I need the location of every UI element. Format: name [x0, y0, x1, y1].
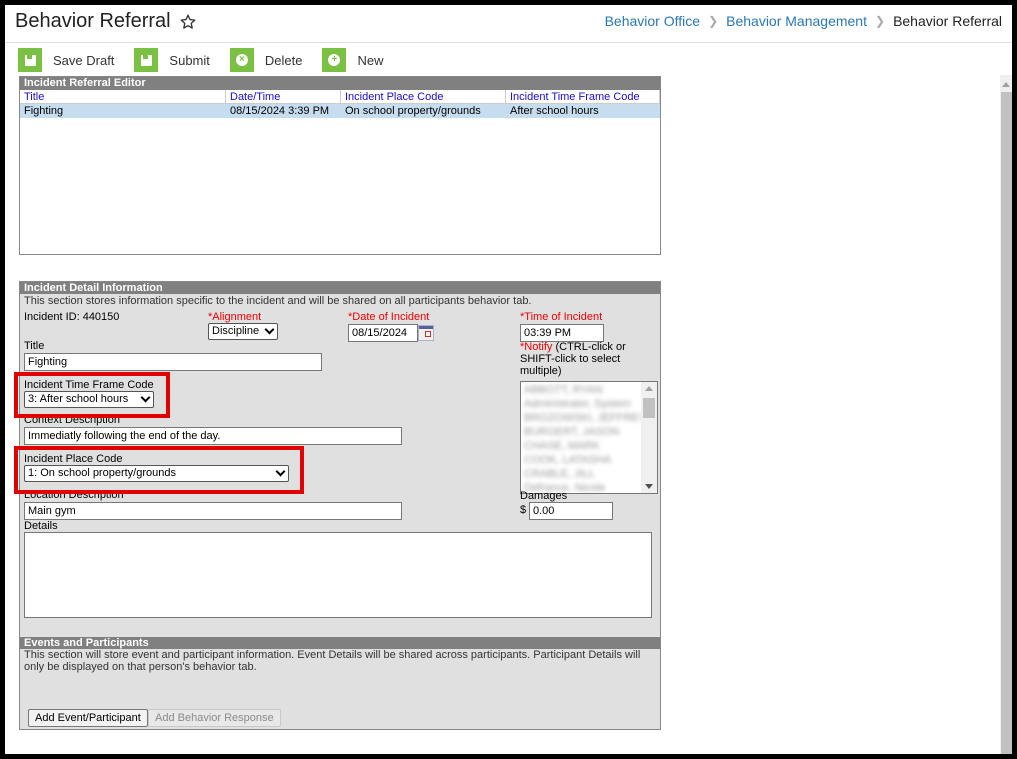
currency-symbol: $	[520, 504, 527, 516]
events-header: Events and Participants	[20, 637, 660, 649]
notify-required-label: *Notify	[520, 341, 553, 353]
chevron-right-icon: ❯	[708, 14, 719, 28]
notify-listbox[interactable]: ABBOTT, RYAN Administrator, System BROZOWS…	[520, 381, 658, 494]
delete-button[interactable]: × Delete	[229, 48, 303, 72]
details-textarea[interactable]	[24, 532, 652, 618]
listbox-scrollbar[interactable]	[641, 382, 657, 493]
save-draft-button[interactable]: Save Draft	[18, 48, 114, 72]
time-of-incident-input[interactable]: 03:39 PM	[520, 324, 604, 342]
incident-id: Incident ID: 440150	[24, 311, 120, 323]
breadcrumb-current: Behavior Referral	[893, 13, 1002, 29]
add-behavior-response-button: Add Behavior Response	[148, 709, 281, 727]
column-place-code[interactable]: Incident Place Code	[341, 90, 506, 103]
cell-place-code: On school property/grounds	[345, 105, 481, 117]
page-scrollbar[interactable]	[1000, 75, 1012, 754]
title-input[interactable]: Fighting	[24, 353, 322, 371]
title-label: Title	[24, 340, 45, 352]
cell-date-time: 08/15/2024 3:39 PM	[230, 105, 330, 117]
add-event-participant-button[interactable]: Add Event/Participant	[28, 709, 148, 727]
details-label: Details	[24, 520, 58, 532]
chevron-down-icon	[264, 324, 275, 335]
context-description-input[interactable]: Immediatly following the end of the day.	[24, 427, 402, 445]
scroll-up-icon[interactable]	[645, 386, 653, 391]
new-button[interactable]: + New	[322, 48, 383, 72]
highlight-place-code	[14, 446, 304, 494]
save-draft-label: Save Draft	[53, 52, 115, 68]
alignment-value: Discipline	[212, 325, 260, 337]
submit-label: Submit	[169, 52, 210, 68]
page-header: Behavior Referral Behavior Office ❯ Beha…	[5, 5, 1012, 43]
star-icon[interactable]	[179, 13, 197, 31]
plus-icon: +	[322, 48, 347, 72]
alignment-select[interactable]: Discipline	[208, 323, 278, 340]
notify-list-item[interactable]: CRABLE, JILL	[521, 467, 657, 481]
detail-description: This section stores information specific…	[24, 295, 532, 307]
column-time-frame-code[interactable]: Incident Time Frame Code	[506, 90, 660, 103]
date-of-incident-label: *Date of Incident	[348, 311, 430, 323]
editor-header: Incident Referral Editor	[20, 77, 660, 90]
breadcrumb-behavior-management[interactable]: Behavior Management	[726, 13, 867, 29]
toolbar: Save Draft Submit × Delete + New	[18, 47, 403, 73]
notify-list-item[interactable]: BURGERT, JASON	[521, 425, 657, 439]
scroll-down-icon[interactable]	[645, 484, 653, 489]
location-description-input[interactable]: Main gym	[24, 502, 402, 520]
breadcrumb-behavior-office[interactable]: Behavior Office	[605, 13, 700, 29]
page-title-text: Behavior Referral	[15, 10, 171, 32]
cell-time-frame-code: After school hours	[510, 105, 599, 117]
scroll-up-icon[interactable]	[1002, 82, 1010, 87]
column-date-time[interactable]: Date/Time	[226, 90, 341, 103]
time-of-incident-label: *Time of Incident	[520, 311, 603, 323]
incident-referral-editor: Incident Referral Editor Title Date/Time…	[19, 76, 661, 255]
damages-input[interactable]: 0.00	[529, 502, 613, 520]
delete-label: Delete	[264, 52, 303, 68]
highlight-time-frame	[14, 372, 170, 418]
submit-button[interactable]: Submit	[134, 48, 210, 72]
notify-list-item[interactable]: Administrator, System	[521, 397, 657, 411]
chevron-right-icon: ❯	[875, 14, 886, 28]
save-icon	[18, 48, 42, 72]
delete-icon: ×	[229, 48, 254, 72]
save-icon	[134, 48, 159, 72]
cell-title: Fighting	[24, 105, 64, 117]
table-row[interactable]: Fighting 08/15/2024 3:39 PM On school pr…	[20, 104, 660, 118]
new-label: New	[357, 52, 384, 68]
app-window: Behavior Referral Behavior Office ❯ Beha…	[5, 5, 1012, 754]
notify-list-item[interactable]: ABBOTT, RYAN	[521, 383, 657, 397]
notify-list-item[interactable]: BROZOWSKI, JEFFREY	[521, 411, 657, 425]
column-title[interactable]: Title	[20, 90, 226, 103]
breadcrumb: Behavior Office ❯ Behavior Management ❯ …	[605, 13, 1002, 29]
notify-list-item[interactable]: CHASE, MARK	[521, 439, 657, 453]
notify-list-item[interactable]: COOK, LATASHA	[521, 453, 657, 467]
page-scroll-thumb[interactable]	[1001, 92, 1012, 754]
page-title: Behavior Referral	[15, 10, 197, 33]
date-of-incident-input[interactable]: 08/15/2024	[348, 324, 418, 342]
incident-detail-panel: Incident Detail Information This section…	[19, 281, 661, 730]
notify-label: *Notify (CTRL-click or SHIFT-click to se…	[520, 341, 640, 377]
events-description: This section will store event and partic…	[24, 649, 641, 673]
editor-grid-header: Title Date/Time Incident Place Code Inci…	[20, 90, 660, 104]
alignment-label: *Alignment	[208, 311, 262, 323]
damages-label: Damages	[520, 490, 568, 502]
scroll-thumb[interactable]	[643, 398, 655, 418]
calendar-icon[interactable]	[418, 325, 434, 341]
detail-header: Incident Detail Information	[20, 282, 660, 294]
